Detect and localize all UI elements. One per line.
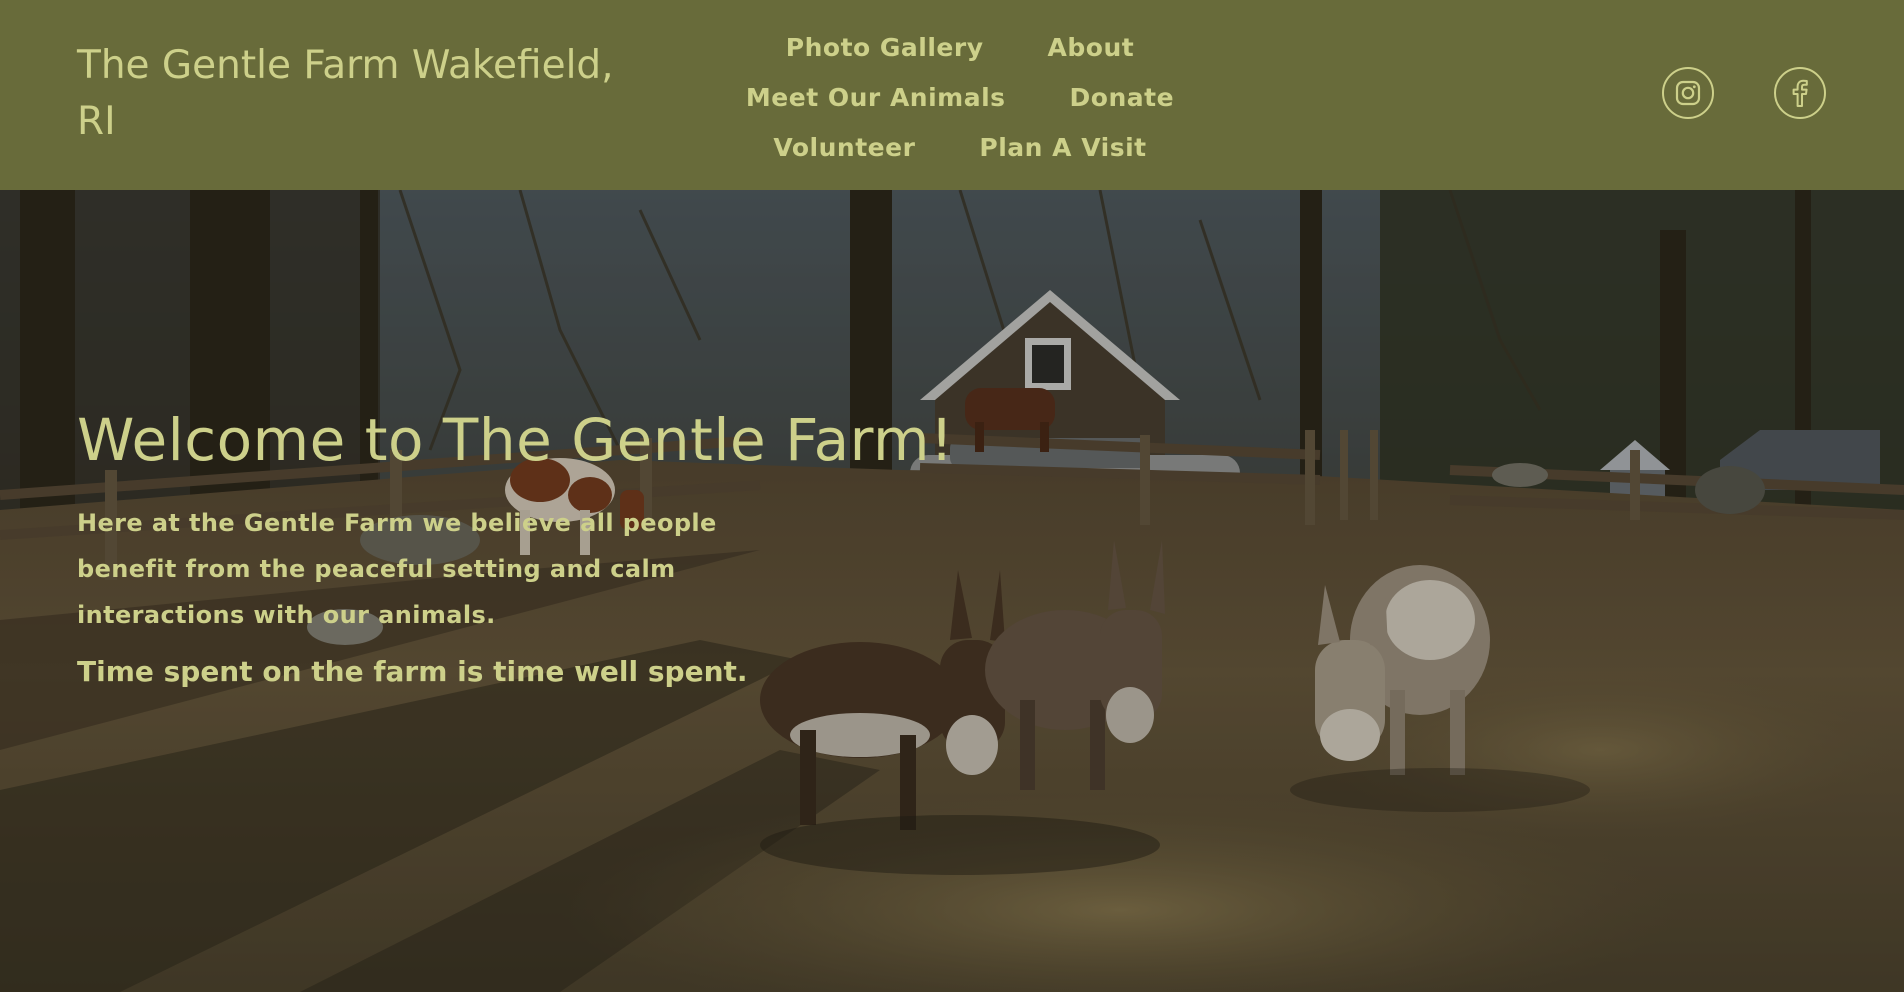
hero-tagline: Time spent on the farm is time well spen… xyxy=(77,655,748,688)
instagram-icon xyxy=(1675,80,1701,106)
site-title-link[interactable]: The Gentle Farm Wakefield, RI xyxy=(77,38,637,150)
nav-about[interactable]: About xyxy=(1048,33,1135,62)
nav-plan-a-visit[interactable]: Plan A Visit xyxy=(979,133,1146,162)
hero-section: Welcome to The Gentle Farm! Here at the … xyxy=(0,190,1904,992)
hero-heading: Welcome to The Gentle Farm! xyxy=(77,406,954,474)
hero-content: Welcome to The Gentle Farm! Here at the … xyxy=(77,400,977,692)
nav-row: Meet Our Animals Donate xyxy=(746,72,1174,122)
nav-meet-our-animals[interactable]: Meet Our Animals xyxy=(746,83,1006,112)
instagram-link[interactable] xyxy=(1662,67,1714,119)
nav-volunteer[interactable]: Volunteer xyxy=(773,133,915,162)
nav-donate[interactable]: Donate xyxy=(1070,83,1175,112)
hero-body-text: Here at the Gentle Farm we believe all p… xyxy=(77,509,717,629)
site-header: The Gentle Farm Wakefield, RI Photo Gall… xyxy=(0,0,1904,190)
nav-row: Volunteer Plan A Visit xyxy=(773,122,1146,172)
nav-row: Photo Gallery About xyxy=(786,22,1134,72)
nav-photo-gallery[interactable]: Photo Gallery xyxy=(786,33,984,62)
page: The Gentle Farm Wakefield, RI Photo Gall… xyxy=(0,0,1904,992)
facebook-icon xyxy=(1792,79,1808,107)
facebook-link[interactable] xyxy=(1774,67,1826,119)
main-nav: Photo Gallery About Meet Our Animals Don… xyxy=(700,22,1220,172)
